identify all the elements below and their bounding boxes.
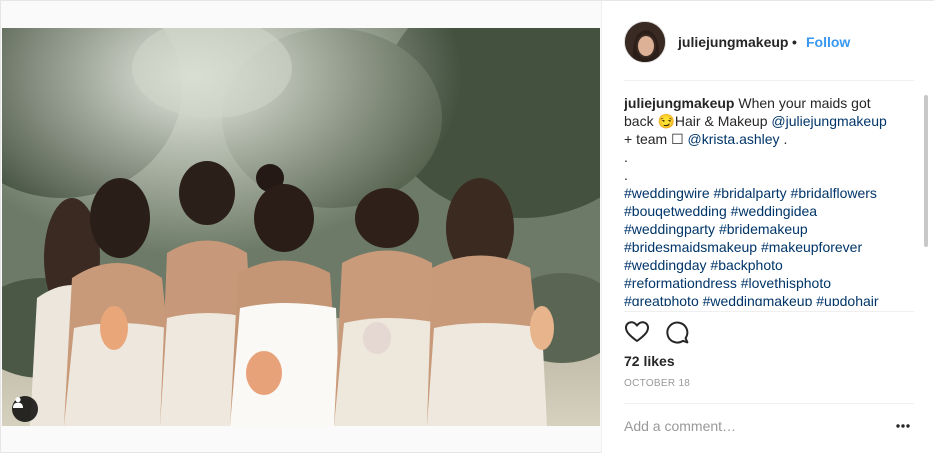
hashtag-line: #bouqetwedding #weddingidea (624, 202, 914, 220)
hashtag-line: #greatphoto #weddingmakeup #updohair (624, 292, 914, 306)
caption-text: . (779, 131, 788, 147)
separator-dot: • (792, 34, 797, 50)
follow-button[interactable]: Follow (806, 34, 850, 50)
caption-line: juliejungmakeup When your maids got (624, 94, 914, 112)
hashtag-link[interactable]: #makeupforever (761, 239, 862, 255)
three-dots (896, 424, 910, 428)
caption-text: Hair & Makeup (674, 113, 772, 129)
avatar[interactable] (624, 21, 666, 63)
hashtag-link[interactable]: #weddingparty (624, 221, 715, 237)
hashtag-line: #bridesmaidsmakeup #makeupforever (624, 238, 914, 256)
mention-link[interactable]: @krista.ashley (688, 131, 780, 147)
heart-outline (625, 321, 649, 342)
mention-link[interactable]: @juliejungmakeup (771, 113, 886, 129)
post-frame: juliejungmakeup • Follow juliejungmakeup… (0, 0, 934, 453)
hashtag-link[interactable]: #weddingmakeup (703, 293, 813, 306)
hashtag-link[interactable]: #bridalflowers (791, 185, 877, 201)
caption-text: When your maids got (738, 95, 871, 111)
comment-divider (624, 403, 914, 404)
user-tag-icon[interactable] (12, 396, 38, 422)
heart-icon[interactable] (624, 319, 650, 345)
post-author-username[interactable]: juliejungmakeup (678, 34, 788, 50)
comment-input[interactable] (624, 415, 874, 437)
caption-divider (624, 311, 914, 312)
post-date[interactable]: OCTOBER 18 (624, 378, 690, 389)
caption-text: + team ☐ (624, 131, 688, 147)
hashtag-link[interactable]: #bouqetwedding (624, 203, 727, 219)
avatar-portrait (625, 22, 665, 62)
speech-bubble-outline (666, 321, 689, 344)
post-header: juliejungmakeup • Follow (602, 1, 934, 81)
hashtag-link[interactable]: #backphoto (710, 257, 782, 273)
hashtag-link[interactable]: #weddingwire (624, 185, 710, 201)
hashtag-line: #weddingday #backphoto (624, 256, 914, 274)
more-options-icon[interactable] (892, 417, 914, 435)
hashtag-list: #weddingwire #bridalparty #bridalflowers… (624, 184, 914, 306)
comment-icon[interactable] (664, 319, 690, 345)
hashtag-link[interactable]: #bridemakeup (719, 221, 808, 237)
hashtag-link[interactable]: #lovethisphoto (741, 275, 831, 291)
caption-dot-line: . (624, 167, 628, 183)
hashtag-link[interactable]: #bridalparty (714, 185, 787, 201)
hashtag-link[interactable]: #greatphoto (624, 293, 699, 306)
caption-line: + team ☐ @krista.ashley . (624, 130, 914, 148)
caption-line: back 😏Hair & Makeup @juliejungmakeup (624, 112, 914, 130)
hashtag-link[interactable]: #bridesmaidsmakeup (624, 239, 757, 255)
bridesmaids-photo-illustration (2, 28, 600, 426)
header-divider (624, 80, 914, 81)
smirk-emoji: 😏 (657, 113, 675, 129)
post-photo[interactable] (2, 28, 600, 426)
post-caption: juliejungmakeup When your maids got back… (624, 94, 914, 306)
hashtag-link[interactable]: #weddingidea (731, 203, 817, 219)
post-side-panel: juliejungmakeup • Follow juliejungmakeup… (601, 1, 934, 453)
caption-username[interactable]: juliejungmakeup (624, 95, 734, 111)
caption-text: back (624, 113, 658, 129)
caption-scrollbar[interactable] (924, 95, 928, 247)
person-glyph (13, 397, 23, 408)
hashtag-line: #weddingparty #bridemakeup (624, 220, 914, 238)
hashtag-line: #weddingwire #bridalparty #bridalflowers (624, 184, 914, 202)
hashtag-link[interactable]: #reformationdress (624, 275, 737, 291)
hashtag-link[interactable]: #weddingday (624, 257, 707, 273)
hashtag-link[interactable]: #updohair (816, 293, 878, 306)
hashtag-line: #reformationdress #lovethisphoto (624, 274, 914, 292)
likes-count[interactable]: 72 likes (624, 353, 675, 369)
caption-dot-line: . (624, 149, 628, 165)
